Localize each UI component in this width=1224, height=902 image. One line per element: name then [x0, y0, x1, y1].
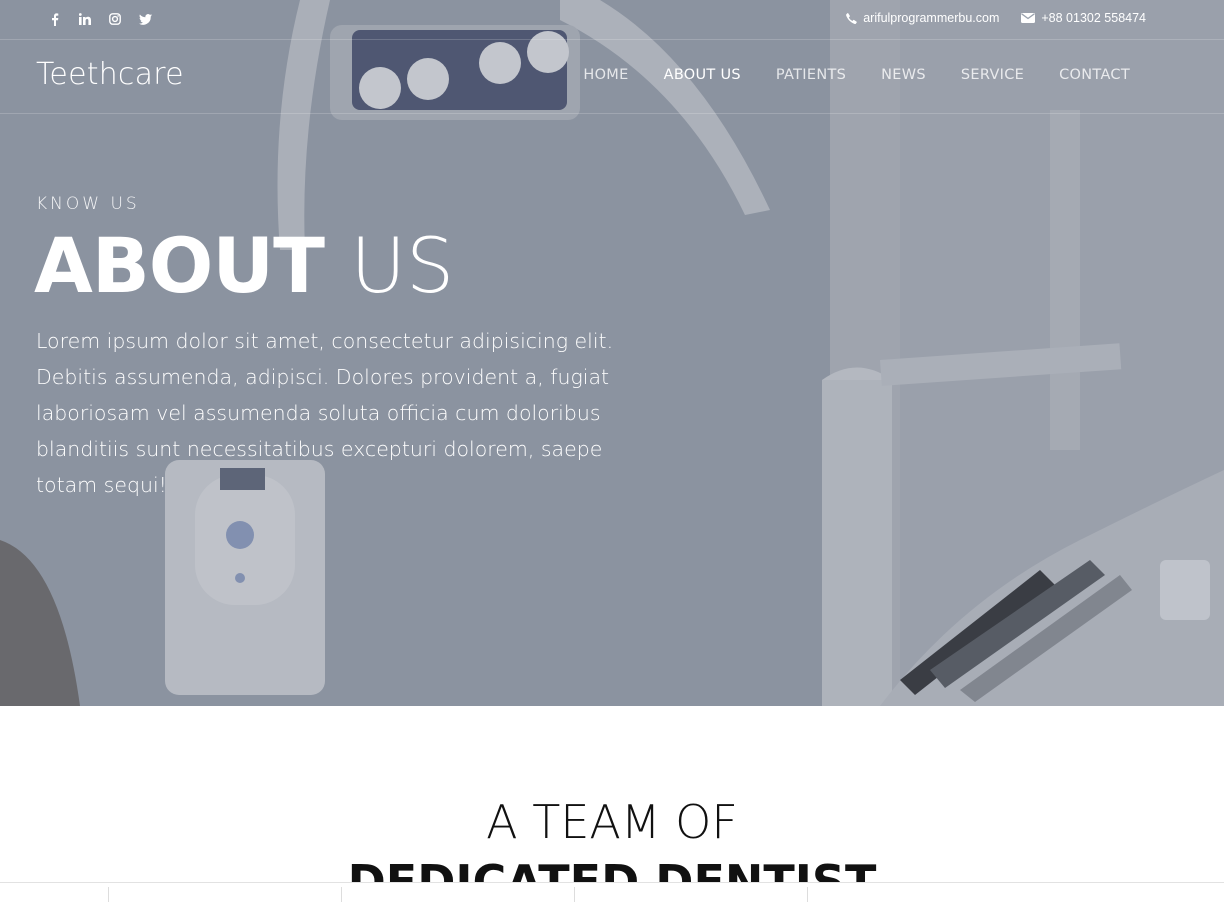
linkedin-icon[interactable] [70, 11, 100, 27]
team-heading-line1: A TEAM OF [486, 795, 738, 849]
hero-title: ABOUT US [34, 222, 454, 310]
bottom-strip [0, 882, 1224, 902]
phone-icon [846, 12, 858, 24]
phone-text: +88 01302 558474 [1041, 11, 1146, 25]
contact-info: arifulprogrammerbu.com +88 01302 558474 [824, 11, 1146, 25]
nav-item-contact[interactable]: CONTACT [1059, 67, 1130, 83]
page: arifulprogrammerbu.com +88 01302 558474 … [0, 0, 1224, 902]
phone-contact[interactable]: +88 01302 558474 [1021, 11, 1146, 25]
twitter-icon[interactable] [130, 11, 160, 27]
envelope-icon [1021, 13, 1036, 23]
main-navbar: Teethcare HOME ABOUT US PATIENTS NEWS SE… [0, 40, 1224, 114]
nav-item-home[interactable]: HOME [583, 67, 628, 83]
strip-divider [341, 887, 342, 902]
email-text: arifulprogrammerbu.com [863, 11, 1000, 25]
hero-description: Lorem ipsum dolor sit amet, consectetur … [36, 329, 614, 497]
social-links [40, 11, 160, 27]
instagram-icon[interactable] [100, 11, 130, 27]
hero-title-bold: ABOUT [34, 221, 325, 310]
facebook-icon[interactable] [40, 11, 70, 27]
strip-divider [807, 887, 808, 902]
hero-title-light: US [350, 221, 455, 310]
nav-item-about-us[interactable]: ABOUT US [664, 67, 741, 83]
brand-logo[interactable]: Teethcare [36, 57, 184, 92]
strip-divider [108, 887, 109, 902]
hero-subtitle: KNOW US [36, 194, 140, 214]
hero-section: arifulprogrammerbu.com +88 01302 558474 … [0, 0, 1224, 706]
nav-menu: HOME ABOUT US PATIENTS NEWS SERVICE CONT… [548, 67, 1130, 83]
nav-item-patients[interactable]: PATIENTS [776, 67, 846, 83]
email-contact[interactable]: arifulprogrammerbu.com [846, 11, 999, 25]
nav-item-service[interactable]: SERVICE [961, 67, 1024, 83]
nav-item-news[interactable]: NEWS [881, 67, 926, 83]
strip-divider [574, 887, 575, 902]
top-bar: arifulprogrammerbu.com +88 01302 558474 [0, 0, 1224, 40]
